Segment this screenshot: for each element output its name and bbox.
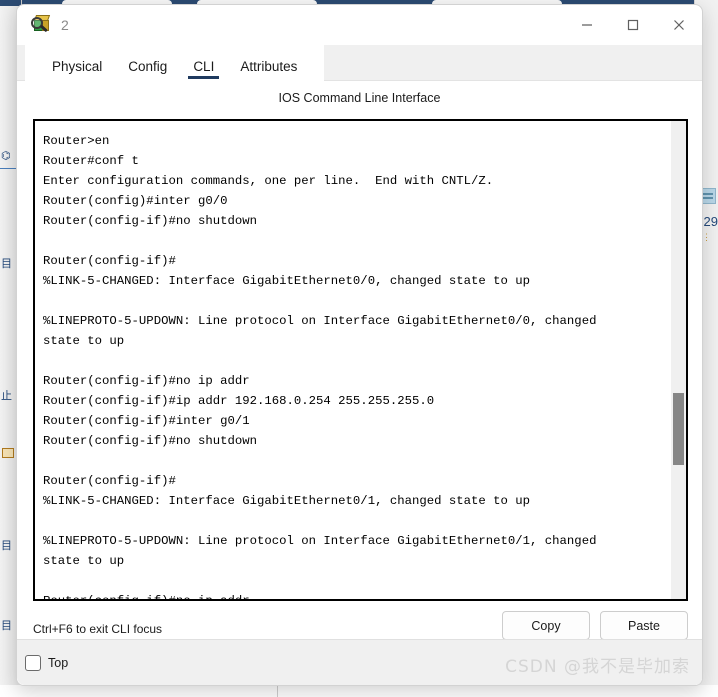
tab-strip: Physical Config CLI Attributes <box>25 45 325 81</box>
terminal-scrollbar[interactable] <box>671 121 686 599</box>
tab-strip-background: Physical Config CLI Attributes <box>17 45 702 81</box>
top-checkbox-row[interactable]: Top <box>25 654 69 671</box>
cli-focus-hint: Ctrl+F6 to exit CLI focus <box>33 622 163 636</box>
minimize-button[interactable] <box>564 5 610 45</box>
top-checkbox[interactable] <box>25 654 41 671</box>
background-right-number: 29 <box>703 214 718 229</box>
copy-button[interactable]: Copy <box>502 611 590 640</box>
tab-cli[interactable]: CLI <box>180 59 227 81</box>
background-bottom-divider <box>277 685 278 697</box>
desktop-background: ⌬ 目 止 目 目 29 ⋮ 2 Physical Config CLI Att… <box>0 0 718 697</box>
packet-tracer-icon <box>31 14 53 36</box>
terminal-container[interactable]: Router>en Router#conf t Enter configurat… <box>33 119 688 601</box>
terminal-scrollbar-thumb[interactable] <box>673 393 684 465</box>
tab-physical[interactable]: Physical <box>39 59 115 81</box>
cli-action-buttons: Copy Paste <box>502 611 688 640</box>
cli-heading: IOS Command Line Interface <box>278 91 441 105</box>
background-bottom-seam <box>0 685 718 697</box>
tab-attributes[interactable]: Attributes <box>227 59 310 81</box>
close-icon <box>674 20 684 30</box>
top-checkbox-label: Top <box>48 655 69 670</box>
watermark: CSDN @我不是毕加索 <box>505 657 690 677</box>
tab-config[interactable]: Config <box>115 59 180 81</box>
maximize-icon <box>627 19 639 31</box>
background-right-dots: ⋮ <box>702 232 712 242</box>
device-window: 2 Physical Config CLI Attributes IOS Com… <box>16 4 703 686</box>
minimize-icon <box>582 24 592 26</box>
cli-pane: IOS Command Line Interface Router>en Rou… <box>17 81 702 685</box>
window-title: 2 <box>61 17 69 33</box>
maximize-button[interactable] <box>610 5 656 45</box>
close-button[interactable] <box>656 5 702 45</box>
window-titlebar: 2 <box>17 5 702 45</box>
window-controls <box>564 5 702 45</box>
background-left-chip <box>2 448 14 458</box>
window-bottom-bar: Top CSDN @我不是毕加索 <box>17 639 702 685</box>
terminal-output[interactable]: Router>en Router#conf t Enter configurat… <box>43 131 664 599</box>
paste-button[interactable]: Paste <box>600 611 688 640</box>
